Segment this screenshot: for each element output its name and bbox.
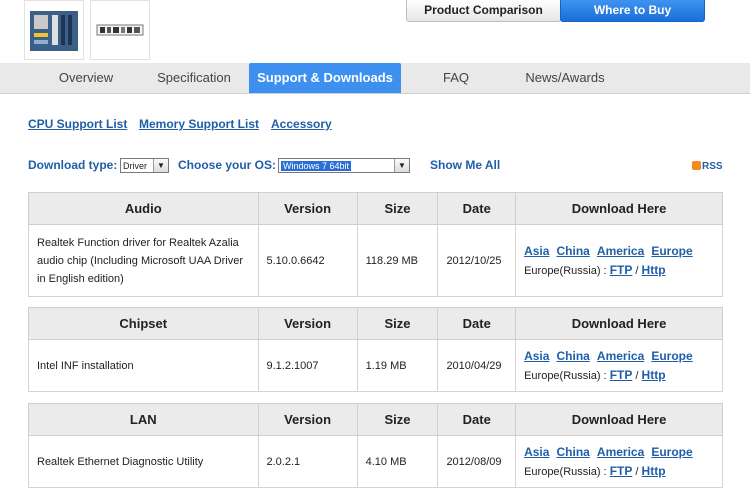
io-panel-image <box>96 24 144 36</box>
product-thumbnail-board[interactable] <box>24 0 84 60</box>
download-header: Download Here <box>515 192 723 225</box>
driver-date: 2010/04/29 <box>437 339 517 392</box>
driver-version: 2.0.2.1 <box>257 435 358 488</box>
driver-size: 4.10 MB <box>356 435 439 488</box>
mirror-america-link[interactable]: America <box>597 244 644 258</box>
os-select[interactable]: Windows 7 64bit ▼ <box>278 158 410 173</box>
chevron-down-icon: ▼ <box>153 159 168 172</box>
category-header: Chipset <box>28 307 259 340</box>
audio-download-table: Audio Version Size Date Download Here Re… <box>28 192 723 297</box>
category-header: LAN <box>28 403 259 436</box>
download-type-select[interactable]: Driver ▼ <box>120 158 169 173</box>
tab-faq[interactable]: FAQ <box>420 63 492 93</box>
table-header-row: Chipset Version Size Date Download Here <box>28 307 723 340</box>
rss-label: RSS <box>702 161 723 172</box>
driver-size: 1.19 MB <box>356 339 439 392</box>
separator: / <box>635 369 639 382</box>
driver-version: 5.10.0.6642 <box>257 224 358 297</box>
mirror-china-link[interactable]: China <box>557 244 590 258</box>
driver-name: Realtek Function driver for Realtek Azal… <box>28 224 259 297</box>
download-mirrors: Asia China America Europe Europe(Russia)… <box>515 224 723 297</box>
os-value: Windows 7 64bit <box>281 161 352 171</box>
size-header: Size <box>356 192 439 225</box>
mirror-http-link[interactable]: Http <box>642 368 666 382</box>
separator: / <box>635 264 639 277</box>
accessory-link[interactable]: Accessory <box>271 117 332 131</box>
rss-link[interactable]: RSS <box>692 161 723 172</box>
mirror-ftp-link[interactable]: FTP <box>610 368 633 382</box>
europe-russia-label: Europe(Russia) : <box>524 264 607 277</box>
category-header: Audio <box>28 192 259 225</box>
driver-date: 2012/10/25 <box>437 224 517 297</box>
date-header: Date <box>437 403 517 436</box>
driver-size: 118.29 MB <box>356 224 439 297</box>
version-header: Version <box>257 192 358 225</box>
tab-support-downloads[interactable]: Support & Downloads <box>249 63 401 93</box>
date-header: Date <box>437 307 517 340</box>
mirror-asia-link[interactable]: Asia <box>524 244 549 258</box>
show-me-all-link[interactable]: Show Me All <box>430 158 500 172</box>
mirror-europe-link[interactable]: Europe <box>651 349 692 363</box>
driver-date: 2012/08/09 <box>437 435 517 488</box>
tab-bar: Overview Specification Support & Downloa… <box>0 63 750 94</box>
download-mirrors: Asia China America Europe Europe(Russia)… <box>515 435 723 488</box>
product-comparison-button[interactable]: Product Comparison <box>406 0 561 22</box>
europe-russia-label: Europe(Russia) : <box>524 465 607 478</box>
driver-version: 9.1.2.1007 <box>257 339 358 392</box>
chevron-down-icon: ▼ <box>394 159 409 172</box>
mirror-ftp-link[interactable]: FTP <box>610 263 633 277</box>
download-type-label: Download type: <box>28 158 118 172</box>
lan-download-table: LAN Version Size Date Download Here Real… <box>28 403 723 488</box>
mirror-america-link[interactable]: America <box>597 445 644 459</box>
product-thumbnail-io[interactable] <box>90 0 150 60</box>
chipset-download-table: Chipset Version Size Date Download Here … <box>28 307 723 392</box>
tab-news-awards[interactable]: News/Awards <box>510 63 620 93</box>
table-row: Realtek Function driver for Realtek Azal… <box>28 224 723 297</box>
tab-specification[interactable]: Specification <box>142 63 246 93</box>
mirror-america-link[interactable]: America <box>597 349 644 363</box>
mirror-ftp-link[interactable]: FTP <box>610 464 633 478</box>
mirror-http-link[interactable]: Http <box>642 464 666 478</box>
table-header-row: Audio Version Size Date Download Here <box>28 192 723 225</box>
cpu-support-list-link[interactable]: CPU Support List <box>28 117 127 131</box>
mirror-europe-link[interactable]: Europe <box>651 445 692 459</box>
download-type-value: Driver <box>123 161 147 171</box>
size-header: Size <box>356 307 439 340</box>
table-row: Intel INF installation 9.1.2.1007 1.19 M… <box>28 339 723 392</box>
europe-russia-label: Europe(Russia) : <box>524 369 607 382</box>
size-header: Size <box>356 403 439 436</box>
version-header: Version <box>257 403 358 436</box>
driver-name: Intel INF installation <box>28 339 259 392</box>
choose-os-label: Choose your OS: <box>178 158 277 172</box>
mirror-europe-link[interactable]: Europe <box>651 244 692 258</box>
version-header: Version <box>257 307 358 340</box>
mirror-http-link[interactable]: Http <box>642 263 666 277</box>
memory-support-list-link[interactable]: Memory Support List <box>139 117 259 131</box>
mirror-asia-link[interactable]: Asia <box>524 445 549 459</box>
motherboard-image <box>30 11 78 51</box>
table-header-row: LAN Version Size Date Download Here <box>28 403 723 436</box>
mirror-china-link[interactable]: China <box>557 349 590 363</box>
tab-overview[interactable]: Overview <box>30 63 142 93</box>
date-header: Date <box>437 192 517 225</box>
mirror-china-link[interactable]: China <box>557 445 590 459</box>
rss-icon <box>692 161 701 170</box>
separator: / <box>635 465 639 478</box>
where-to-buy-button[interactable]: Where to Buy <box>560 0 705 22</box>
download-mirrors: Asia China America Europe Europe(Russia)… <box>515 339 723 392</box>
driver-name: Realtek Ethernet Diagnostic Utility <box>28 435 259 488</box>
mirror-asia-link[interactable]: Asia <box>524 349 549 363</box>
table-row: Realtek Ethernet Diagnostic Utility 2.0.… <box>28 435 723 488</box>
download-header: Download Here <box>515 403 723 436</box>
download-header: Download Here <box>515 307 723 340</box>
